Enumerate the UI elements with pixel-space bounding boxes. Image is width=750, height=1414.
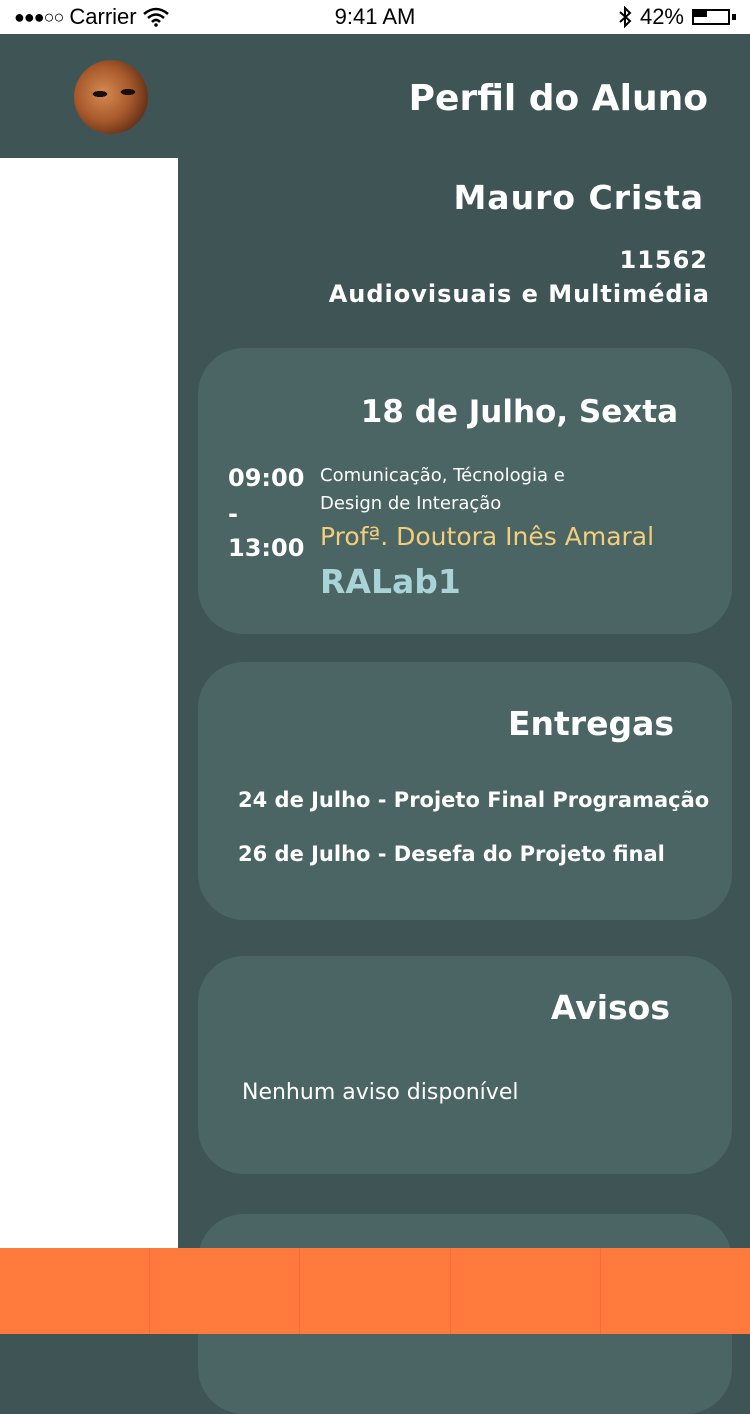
status-bar: ●●●○○ Carrier 9:41 AM 42% bbox=[0, 0, 750, 34]
schedule-card[interactable]: 18 de Julho, Sexta 09:00 - 13:00 Comunic… bbox=[198, 348, 732, 634]
student-number: 11562 bbox=[619, 246, 708, 274]
deliveries-card[interactable]: Entregas 24 de Julho - Projeto Final Pro… bbox=[198, 662, 732, 920]
schedule-professor: Profª. Doutora Inês Amaral bbox=[320, 522, 655, 551]
schedule-time-start: 09:00 bbox=[228, 464, 305, 492]
bottom-tab-bar bbox=[0, 1248, 750, 1334]
tab-4[interactable] bbox=[451, 1248, 601, 1334]
bluetooth-icon bbox=[618, 5, 632, 29]
schedule-time-separator: - bbox=[228, 500, 238, 528]
page-title: Perfil do Aluno bbox=[408, 78, 708, 119]
student-name: Mauro Crista bbox=[453, 178, 704, 217]
deliveries-heading: Entregas bbox=[508, 704, 674, 743]
tab-2[interactable] bbox=[150, 1248, 301, 1334]
student-course: Audiovisuais e Multimédia bbox=[328, 280, 710, 308]
notices-empty-text: Nenhum aviso disponível bbox=[242, 1080, 519, 1105]
schedule-room: RALab1 bbox=[320, 562, 461, 601]
schedule-time-end: 13:00 bbox=[228, 534, 305, 562]
battery-percent: 42% bbox=[639, 4, 684, 29]
notices-heading: Avisos bbox=[550, 988, 670, 1027]
schedule-date: 18 de Julho, Sexta bbox=[360, 394, 678, 430]
tab-3[interactable] bbox=[300, 1248, 451, 1334]
tab-1[interactable] bbox=[0, 1248, 151, 1334]
tab-5[interactable] bbox=[601, 1248, 750, 1334]
delivery-item[interactable]: 24 de Julho - Projeto Final Programação bbox=[238, 788, 709, 812]
delivery-item[interactable]: 26 de Julho - Desefa do Projeto final bbox=[238, 842, 665, 866]
side-drawer-panel bbox=[0, 158, 178, 1248]
battery-icon bbox=[692, 7, 736, 27]
notices-card[interactable]: Avisos Nenhum aviso disponível bbox=[198, 956, 732, 1174]
status-right: 42% bbox=[618, 4, 736, 30]
avatar[interactable] bbox=[74, 60, 148, 134]
schedule-course-name: Comunicação, Técnologia e Design de Inte… bbox=[320, 465, 565, 514]
